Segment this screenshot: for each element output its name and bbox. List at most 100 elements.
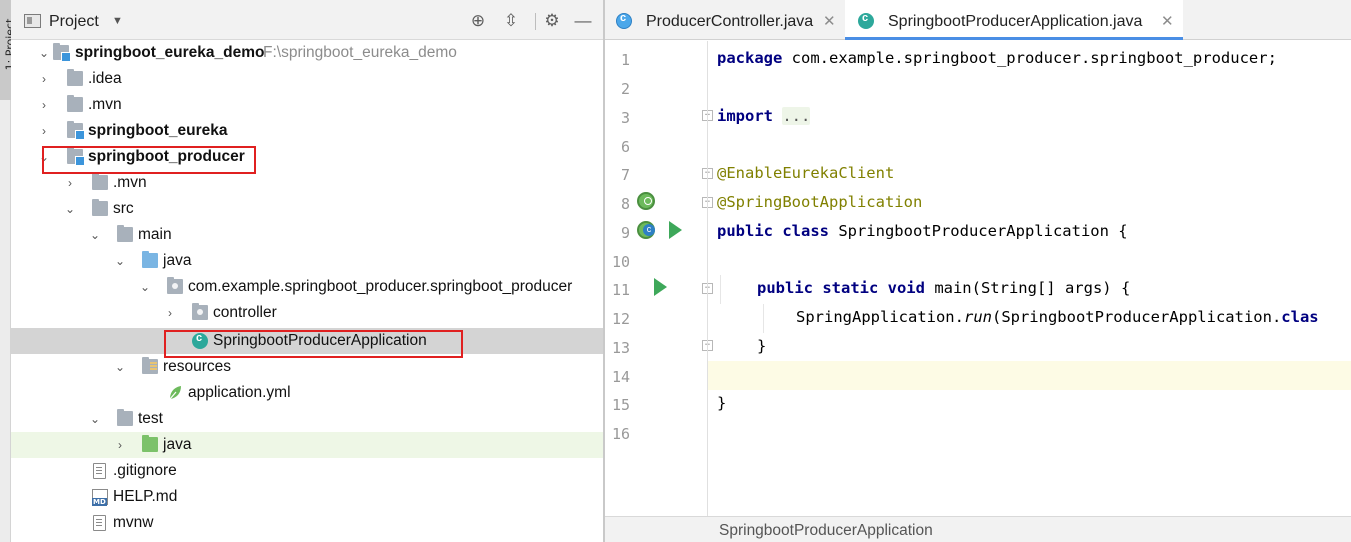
chevron-right-icon[interactable]: › bbox=[114, 438, 126, 452]
tree-label: src bbox=[113, 200, 134, 217]
close-icon[interactable]: ✕ bbox=[823, 12, 836, 30]
toolbar-divider bbox=[535, 13, 536, 30]
tool-window-stripe: 1: Project bbox=[0, 0, 16, 542]
chevron-down-icon[interactable]: ⌄ bbox=[64, 202, 76, 216]
folder-icon bbox=[92, 173, 108, 190]
tree-label: mvnw bbox=[113, 514, 154, 531]
line-number: 15 bbox=[611, 396, 630, 414]
code-keyword: clas bbox=[1281, 308, 1319, 326]
folded-imports[interactable]: ... bbox=[782, 107, 811, 125]
line-number: 10 bbox=[611, 253, 630, 271]
line-number: 12 bbox=[611, 310, 630, 328]
resources-folder-icon bbox=[142, 357, 158, 374]
tree-label: java bbox=[163, 436, 192, 453]
code-line-9: public class SpringbootProducerApplicati… bbox=[708, 218, 1351, 247]
tree-row-application-yml[interactable]: application.yml bbox=[11, 380, 603, 406]
highlight-box-module bbox=[42, 146, 256, 174]
tab-producer-controller[interactable]: ProducerController.java ✕ bbox=[605, 0, 842, 40]
tree-row-mvn[interactable]: › .mvn bbox=[11, 92, 603, 118]
code-text: SpringbootProducerApplication { bbox=[828, 222, 1128, 240]
code-line-7: @EnableEurekaClient bbox=[708, 160, 1351, 189]
chevron-down-icon[interactable]: ⌄ bbox=[114, 254, 126, 268]
tree-label: .idea bbox=[88, 70, 122, 87]
chevron-down-icon[interactable]: ⌄ bbox=[89, 228, 101, 242]
tab-springboot-producer-application[interactable]: SpringbootProducerApplication.java ✕ bbox=[845, 0, 1183, 40]
tree-path: F:\springboot_eureka_demo bbox=[263, 44, 457, 61]
project-panel-header: Project ▼ ⊕ ⇳ ⚙ — bbox=[11, 0, 603, 40]
gear-icon[interactable]: ⚙ bbox=[542, 11, 562, 31]
tree-label: HELP.md bbox=[113, 488, 178, 505]
tree-row-main[interactable]: ⌄ main bbox=[11, 222, 603, 248]
code-keyword: import bbox=[717, 107, 773, 125]
tree-row-controller[interactable]: › controller bbox=[11, 300, 603, 326]
tree-row-mvnw[interactable]: mvnw bbox=[11, 510, 603, 536]
collapse-all-icon[interactable]: ⇳ bbox=[501, 11, 521, 31]
package-icon bbox=[192, 303, 208, 320]
chevron-right-icon[interactable]: › bbox=[38, 124, 50, 138]
package-icon bbox=[167, 277, 183, 294]
run-icon[interactable] bbox=[654, 278, 667, 296]
code-keyword: public static void bbox=[757, 279, 925, 297]
chevron-right-icon[interactable]: › bbox=[164, 306, 176, 320]
file-icon bbox=[93, 463, 106, 479]
tree-row-springboot-eureka-demo[interactable]: ⌄ springboot_eureka_demo F:\springboot_e… bbox=[11, 40, 603, 66]
code-line-12: SpringApplication.run(SpringbootProducer… bbox=[708, 304, 1351, 333]
tree-row-package[interactable]: ⌄ com.example.springboot_producer.spring… bbox=[11, 274, 603, 300]
tree-label: springboot_eureka_demo bbox=[75, 44, 265, 61]
code-editor: ProducerController.java ✕ SpringbootProd… bbox=[605, 0, 1351, 542]
tree-row-main-java[interactable]: ⌄ java bbox=[11, 248, 603, 274]
module-folder-icon bbox=[67, 121, 85, 140]
run-icon[interactable] bbox=[669, 221, 682, 239]
chevron-down-icon[interactable]: ⌄ bbox=[38, 46, 50, 60]
close-icon[interactable]: ✕ bbox=[1161, 12, 1174, 30]
tree-label: main bbox=[138, 226, 172, 243]
tree-row-springboot-eureka[interactable]: › springboot_eureka bbox=[11, 118, 603, 144]
tree-label: springboot_eureka bbox=[88, 122, 228, 139]
line-number: 2 bbox=[620, 80, 630, 98]
breadcrumb: SpringbootProducerApplication bbox=[605, 516, 1351, 542]
line-number: 1 bbox=[620, 51, 630, 69]
tree-label: .mvn bbox=[88, 96, 122, 113]
project-tool-button[interactable]: 1: Project bbox=[0, 0, 16, 100]
chevron-right-icon[interactable]: › bbox=[64, 176, 76, 190]
indent-guide bbox=[720, 275, 721, 304]
code-annotation: @EnableEurekaClient bbox=[717, 164, 895, 182]
chevron-down-icon[interactable]: ▼ bbox=[112, 15, 123, 27]
locate-icon[interactable]: ⊕ bbox=[468, 11, 488, 31]
chevron-down-icon[interactable]: ⌄ bbox=[139, 280, 151, 294]
tree-label: java bbox=[163, 252, 192, 269]
tree-row-idea[interactable]: › .idea bbox=[11, 66, 603, 92]
line-number: 14 bbox=[611, 368, 630, 386]
code-line-1: package com.example.springboot_producer.… bbox=[708, 45, 1351, 74]
tree-label: controller bbox=[213, 304, 277, 321]
tree-row-help-md[interactable]: HELP.md bbox=[11, 484, 603, 510]
editor-tab-bar: ProducerController.java ✕ SpringbootProd… bbox=[605, 0, 1351, 40]
chevron-down-icon[interactable]: ⌄ bbox=[89, 412, 101, 426]
minimize-icon[interactable]: — bbox=[573, 11, 593, 31]
spring-boot-app-icon[interactable] bbox=[637, 221, 655, 239]
project-view-title[interactable]: Project bbox=[49, 13, 99, 31]
tree-label: application.yml bbox=[188, 384, 291, 401]
breadcrumb-item[interactable]: SpringbootProducerApplication bbox=[719, 522, 933, 540]
line-number: 7 bbox=[620, 166, 630, 184]
tree-row-gitignore[interactable]: .gitignore bbox=[11, 458, 603, 484]
code-text: (SpringbootProducerApplication. bbox=[991, 308, 1282, 326]
tree-row-test-java[interactable]: › java bbox=[11, 432, 603, 458]
tab-label: SpringbootProducerApplication.java bbox=[888, 13, 1143, 30]
editor-gutter: 1 2 3 6 7 8 9 10 11 12 13 14 15 16 + − −… bbox=[605, 41, 713, 516]
project-tree: ⌄ springboot_eureka_demo F:\springboot_e… bbox=[11, 40, 603, 542]
tree-row-src[interactable]: ⌄ src bbox=[11, 196, 603, 222]
spring-bean-search-icon[interactable] bbox=[637, 192, 655, 210]
code-line-14-caret bbox=[708, 361, 1351, 390]
chevron-right-icon[interactable]: › bbox=[38, 72, 50, 86]
highlight-box-main-class bbox=[164, 330, 463, 358]
tree-row-test[interactable]: ⌄ test bbox=[11, 406, 603, 432]
chevron-down-icon[interactable]: ⌄ bbox=[114, 360, 126, 374]
chevron-right-icon[interactable]: › bbox=[38, 98, 50, 112]
folder-icon bbox=[67, 95, 83, 112]
code-area[interactable]: package com.example.springboot_producer.… bbox=[708, 41, 1351, 516]
file-icon bbox=[93, 515, 106, 531]
code-line-3: import ... bbox=[708, 103, 1351, 132]
code-line-11: public static void main(String[] args) { bbox=[708, 275, 1351, 304]
code-text: } bbox=[717, 394, 727, 412]
